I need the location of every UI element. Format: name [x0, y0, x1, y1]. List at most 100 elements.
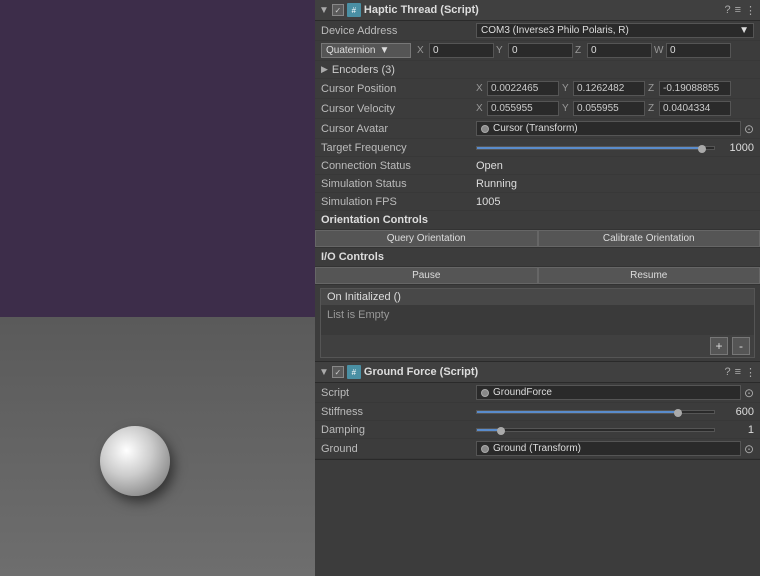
ground-field[interactable]: Ground (Transform) [476, 441, 741, 456]
damping-value: 1 [719, 424, 754, 436]
calibrate-orientation-button[interactable]: Calibrate Orientation [538, 230, 760, 247]
cursor-position-row: Cursor Position X Y Z [315, 79, 760, 99]
damping-thumb[interactable] [497, 427, 505, 435]
component-header-icons: ? ≡ ⋮ [724, 4, 756, 17]
help-icon[interactable]: ? [724, 4, 730, 16]
quaternion-w-input[interactable] [666, 43, 731, 58]
dropdown-arrow-icon: ▼ [739, 25, 749, 36]
device-address-value: COM3 (Inverse3 Philo Polaris, R) [481, 25, 629, 36]
cursor-position-values: X Y Z [476, 81, 754, 96]
event-title: On Initialized () [327, 291, 401, 303]
simulation-status-row: Simulation Status Running [315, 175, 760, 193]
ground-force-component-title: Ground Force (Script) [364, 366, 722, 378]
ground-row: Ground Ground (Transform) ⊙ [315, 439, 760, 459]
connection-status-label: Connection Status [321, 160, 476, 172]
damping-track[interactable] [476, 428, 715, 432]
target-frequency-track[interactable] [476, 146, 715, 150]
orientation-controls-btn-row: Query Orientation Calibrate Orientation [315, 230, 760, 248]
event-footer: + - [321, 335, 754, 357]
cursor-avatar-settings-icon[interactable]: ⊙ [744, 122, 754, 136]
simulation-fps-value: 1005 [476, 196, 754, 208]
gf-settings-icon[interactable]: ≡ [735, 366, 741, 378]
stiffness-label: Stiffness [321, 406, 476, 418]
haptic-component-title: Haptic Thread (Script) [364, 4, 722, 16]
settings-icon[interactable]: ≡ [735, 4, 741, 16]
quaternion-z-input[interactable] [587, 43, 652, 58]
gf-script-settings-icon[interactable]: ⊙ [744, 386, 754, 400]
cursor-velocity-row: Cursor Velocity X Y Z [315, 99, 760, 119]
target-frequency-row: Target Frequency 1000 [315, 139, 760, 157]
ground-settings-icon[interactable]: ⊙ [744, 442, 754, 456]
sphere-object [100, 426, 170, 496]
device-address-label: Device Address [321, 25, 476, 37]
gf-component-enabled-checkbox[interactable]: ✓ [332, 366, 344, 378]
connection-status-value: Open [476, 160, 754, 172]
gf-script-row: Script GroundForce ⊙ [315, 383, 760, 403]
cv-x-label: X [476, 103, 484, 114]
component-enabled-checkbox[interactable]: ✓ [332, 4, 344, 16]
cursor-avatar-label: Cursor Avatar [321, 123, 476, 135]
gf-collapse-arrow-icon[interactable]: ▼ [319, 367, 329, 378]
remove-event-button[interactable]: - [732, 337, 750, 355]
ground-force-component-header: ▼ ✓ # Ground Force (Script) ? ≡ ⋮ [315, 362, 760, 383]
collapse-arrow-icon[interactable]: ▼ [319, 5, 329, 16]
device-address-dropdown[interactable]: COM3 (Inverse3 Philo Polaris, R) ▼ [476, 23, 754, 38]
target-frequency-thumb[interactable] [698, 145, 706, 153]
cv-y-label: Y [562, 103, 570, 114]
cursor-avatar-text: Cursor (Transform) [493, 123, 578, 134]
cursor-position-z[interactable] [659, 81, 731, 96]
damping-slider-container: 1 [476, 424, 754, 436]
target-frequency-label: Target Frequency [321, 142, 476, 154]
quaternion-x-input[interactable] [429, 43, 494, 58]
gf-script-label: Script [321, 387, 476, 399]
query-orientation-button[interactable]: Query Orientation [315, 230, 538, 247]
stiffness-track[interactable] [476, 410, 715, 414]
cp-y-label: Y [562, 83, 570, 94]
gf-more-options-icon[interactable]: ⋮ [745, 366, 756, 379]
event-empty-label: List is Empty [327, 309, 389, 321]
stiffness-thumb[interactable] [674, 409, 682, 417]
cp-z-label: Z [648, 83, 656, 94]
z-label: Z [575, 45, 585, 56]
quaternion-dropdown[interactable]: Quaternion ▼ [321, 43, 411, 58]
add-event-button[interactable]: + [710, 337, 728, 355]
ground-label: Ground [321, 443, 476, 455]
cursor-velocity-z[interactable] [659, 101, 731, 116]
cursor-avatar-field[interactable]: Cursor (Transform) [476, 121, 741, 136]
cursor-position-label: Cursor Position [321, 83, 476, 95]
damping-label: Damping [321, 424, 476, 436]
ground-force-component: ▼ ✓ # Ground Force (Script) ? ≡ ⋮ Script… [315, 362, 760, 460]
io-controls-header: I/O Controls [315, 248, 760, 267]
cursor-position-x[interactable] [487, 81, 559, 96]
quaternion-label: Quaternion [326, 45, 375, 56]
stiffness-slider-container: 600 [476, 406, 754, 418]
simulation-status-label: Simulation Status [321, 178, 476, 190]
orientation-controls-header: Orientation Controls [315, 211, 760, 230]
cv-z-label: Z [648, 103, 656, 114]
stiffness-value: 600 [719, 406, 754, 418]
more-options-icon[interactable]: ⋮ [745, 4, 756, 17]
gf-script-field[interactable]: GroundForce [476, 385, 741, 400]
device-address-row: Device Address COM3 (Inverse3 Philo Pola… [315, 21, 760, 41]
haptic-component-header: ▼ ✓ # Haptic Thread (Script) ? ≡ ⋮ [315, 0, 760, 21]
cursor-velocity-y[interactable] [573, 101, 645, 116]
encoders-arrow-icon[interactable]: ▶ [321, 64, 328, 75]
viewport [0, 0, 315, 576]
simulation-status-value: Running [476, 178, 754, 190]
gf-help-icon[interactable]: ? [724, 366, 730, 378]
cursor-position-y[interactable] [573, 81, 645, 96]
pause-button[interactable]: Pause [315, 267, 538, 284]
connection-status-row: Connection Status Open [315, 157, 760, 175]
script-icon: # [347, 3, 361, 17]
haptic-thread-component: ▼ ✓ # Haptic Thread (Script) ? ≡ ⋮ Devic… [315, 0, 760, 362]
quaternion-y-input[interactable] [508, 43, 573, 58]
resume-button[interactable]: Resume [538, 267, 760, 284]
cursor-velocity-values: X Y Z [476, 101, 754, 116]
simulation-fps-label: Simulation FPS [321, 196, 476, 208]
w-label: W [654, 45, 664, 56]
gf-script-value: GroundForce [493, 387, 552, 398]
cursor-velocity-x[interactable] [487, 101, 559, 116]
target-frequency-fill [477, 147, 702, 149]
io-controls-btn-row: Pause Resume [315, 267, 760, 285]
gf-script-icon: # [347, 365, 361, 379]
